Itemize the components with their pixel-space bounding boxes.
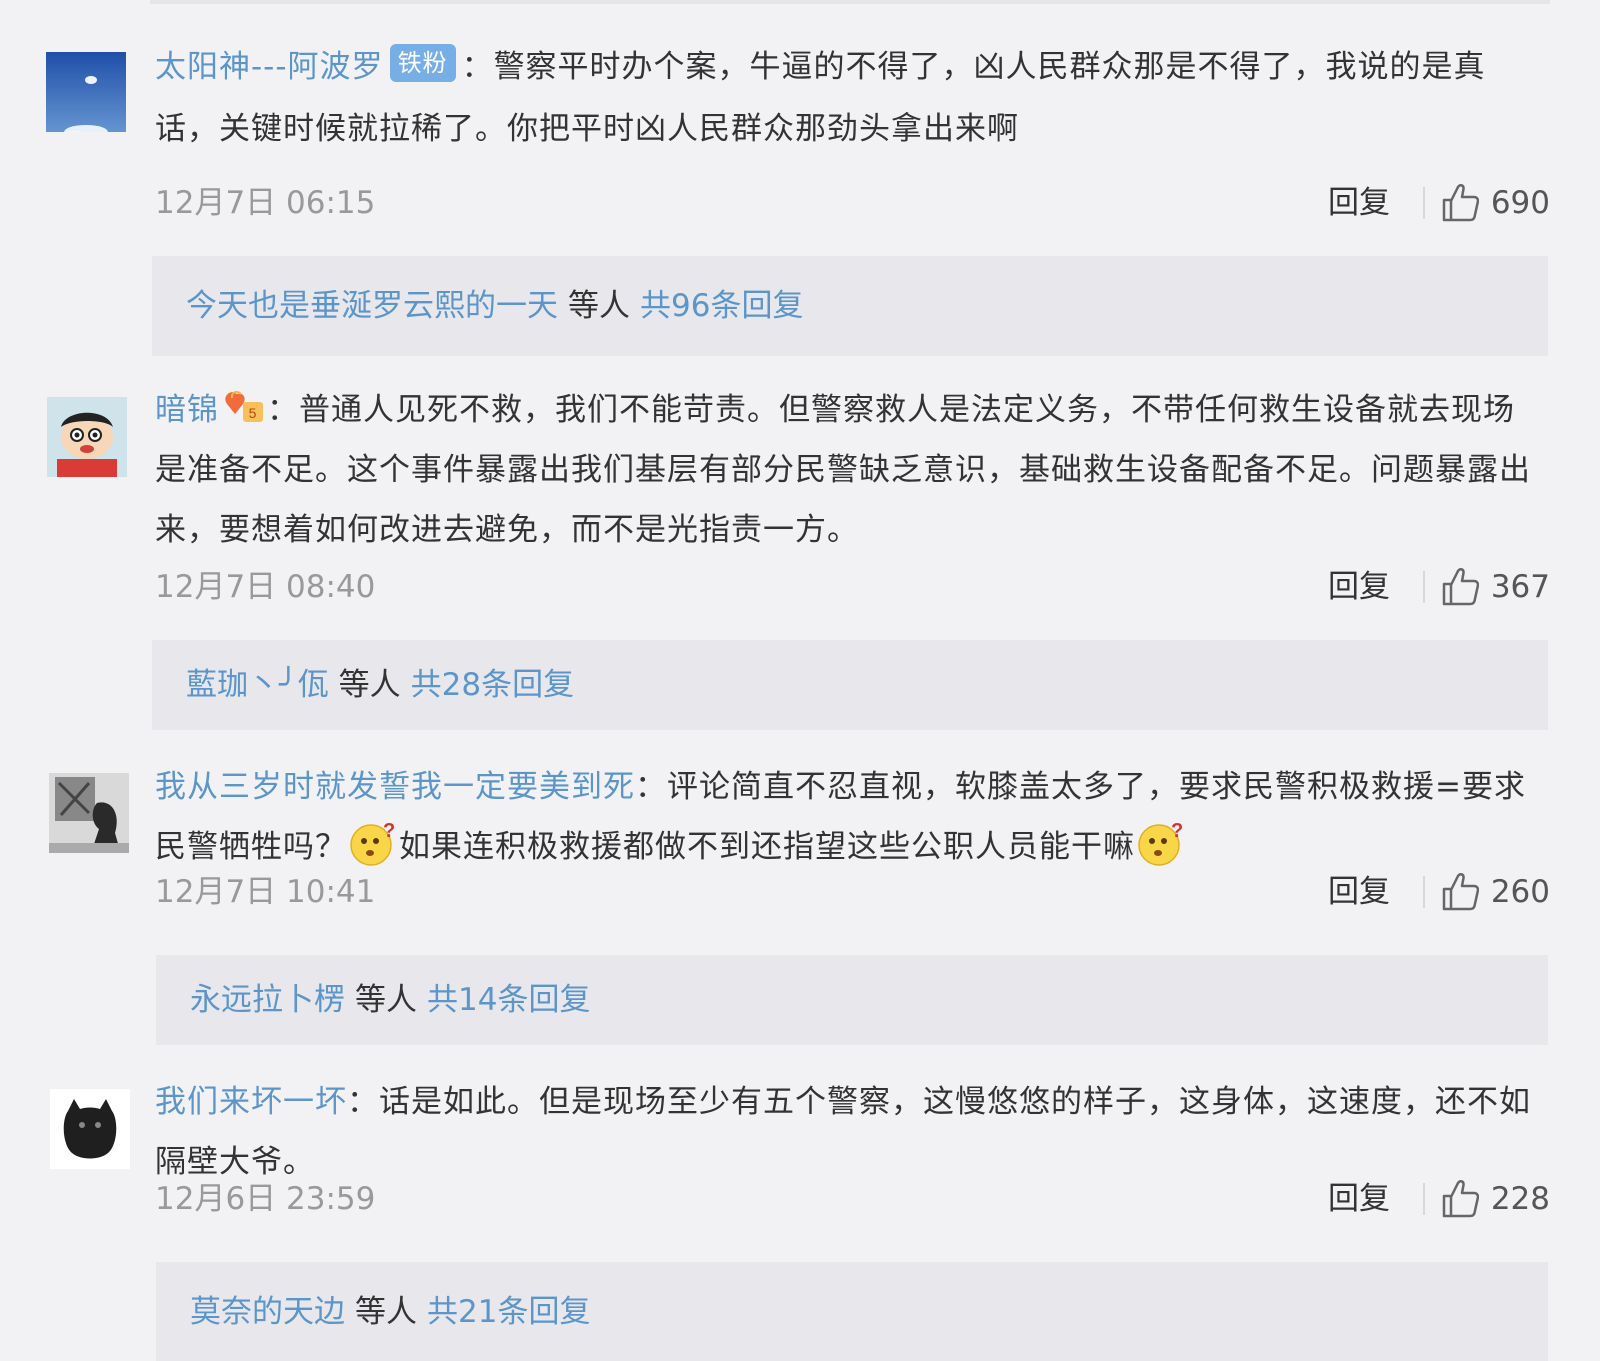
comment-text: 暗锦 5 ：普通人见死不救，我们不能苛责。但警察救人是法定义务，不带任何救生设备… bbox=[155, 380, 1545, 560]
like-count: 260 bbox=[1490, 874, 1550, 910]
thumbs-up-icon bbox=[1442, 568, 1479, 606]
comment-time: 12月7日 06:15 bbox=[155, 185, 376, 221]
like-button[interactable]: 260 bbox=[1441, 867, 1550, 917]
reply-button[interactable]: 回复 bbox=[1328, 867, 1390, 917]
divider bbox=[1423, 187, 1425, 219]
avatar[interactable] bbox=[46, 52, 126, 132]
reply-summary[interactable]: 藍珈丶╯佤 等人 共28条回复 bbox=[152, 640, 1548, 730]
divider bbox=[1423, 876, 1425, 908]
total-replies-link[interactable]: 共21条回复 bbox=[427, 1292, 590, 1332]
svg-text:?: ? bbox=[1171, 820, 1184, 842]
reply-button[interactable]: 回复 bbox=[1328, 1174, 1390, 1224]
comment-meta: 12月7日 08:40 回复 367 bbox=[155, 562, 1550, 612]
confused-face-emoji-icon: ? bbox=[350, 820, 396, 866]
avatar[interactable] bbox=[50, 1089, 130, 1169]
replies-etc: 等人 bbox=[568, 288, 630, 324]
total-replies-link[interactable]: 共28条回复 bbox=[411, 665, 574, 705]
replies-etc: 等人 bbox=[338, 667, 401, 703]
comment-username[interactable]: 太阳神---阿波罗 bbox=[155, 49, 384, 85]
comment-username[interactable]: 暗锦 bbox=[155, 392, 219, 428]
comment-time: 12月7日 10:41 bbox=[155, 874, 376, 910]
thumbs-up-icon bbox=[1442, 1180, 1479, 1218]
divider bbox=[1423, 571, 1425, 603]
comment-username[interactable]: 我从三岁时就发誓我一定要美到死 bbox=[155, 769, 635, 805]
reply-button[interactable]: 回复 bbox=[1328, 178, 1390, 228]
avatar[interactable] bbox=[47, 397, 127, 477]
fan-badge[interactable]: 铁粉 bbox=[389, 44, 456, 82]
like-button[interactable]: 228 bbox=[1441, 1174, 1550, 1224]
reply-summary[interactable]: 永远拉卜楞 等人 共14条回复 bbox=[156, 955, 1548, 1045]
total-replies-link[interactable]: 共14条回复 bbox=[427, 980, 590, 1020]
top-divider bbox=[150, 0, 1550, 4]
like-button[interactable]: 367 bbox=[1441, 562, 1550, 612]
thumbs-up-icon bbox=[1442, 184, 1479, 222]
comment-meta: 12月6日 23:59 回复 228 bbox=[155, 1174, 1550, 1224]
like-count: 690 bbox=[1490, 185, 1550, 221]
reply-summary[interactable]: 今天也是垂涎罗云熙的一天 等人 共96条回复 bbox=[152, 256, 1548, 356]
comment-text: 太阳神---阿波罗 铁粉 ：警察平时办个案，牛逼的不得了，凶人民群众那是不得了，我说… bbox=[155, 36, 1545, 160]
comment-body: 普通人见死不救，我们不能苛责。但警察救人是法定义务，不带任何救生设备就去现场是准… bbox=[155, 392, 1531, 548]
replier-name[interactable]: 永远拉卜楞 bbox=[190, 980, 345, 1020]
replies-etc: 等人 bbox=[355, 1293, 417, 1330]
comment-time: 12月6日 23:59 bbox=[155, 1181, 376, 1217]
vip-fan-icon: 5 bbox=[225, 390, 263, 422]
comment-meta: 12月7日 06:15 回复 690 bbox=[155, 178, 1550, 228]
confused-face-emoji-icon: ? bbox=[1138, 820, 1184, 866]
reply-button[interactable]: 回复 bbox=[1328, 562, 1390, 612]
avatar[interactable] bbox=[49, 773, 129, 853]
comment-body-continued: 如果连积极救援都做不到还指望这些公职人员能干嘛 bbox=[399, 829, 1135, 865]
like-count: 367 bbox=[1490, 569, 1550, 605]
total-replies-link[interactable]: 共96条回复 bbox=[640, 286, 803, 326]
comment-meta: 12月7日 10:41 回复 260 bbox=[155, 867, 1550, 917]
comment-username[interactable]: 我们来坏一坏 bbox=[155, 1084, 347, 1120]
svg-text:?: ? bbox=[383, 820, 396, 842]
thumbs-up-icon bbox=[1442, 873, 1479, 911]
like-count: 228 bbox=[1490, 1181, 1550, 1217]
replier-name[interactable]: 今天也是垂涎罗云熙的一天 bbox=[186, 286, 558, 326]
replier-name[interactable]: 莫奈的天边 bbox=[190, 1292, 345, 1332]
reply-summary[interactable]: 莫奈的天边 等人 共21条回复 bbox=[156, 1262, 1548, 1361]
replies-etc: 等人 bbox=[355, 982, 417, 1018]
like-button[interactable]: 690 bbox=[1441, 178, 1550, 228]
comment-text: 我从三岁时就发誓我一定要美到死：评论简直不忍直视，软膝盖太多了，要求民警积极救援… bbox=[155, 769, 1526, 866]
comment-time: 12月7日 08:40 bbox=[155, 569, 376, 605]
divider bbox=[1423, 1183, 1425, 1215]
replier-name[interactable]: 藍珈丶╯佤 bbox=[186, 665, 329, 705]
svg-text:5: 5 bbox=[249, 405, 258, 421]
